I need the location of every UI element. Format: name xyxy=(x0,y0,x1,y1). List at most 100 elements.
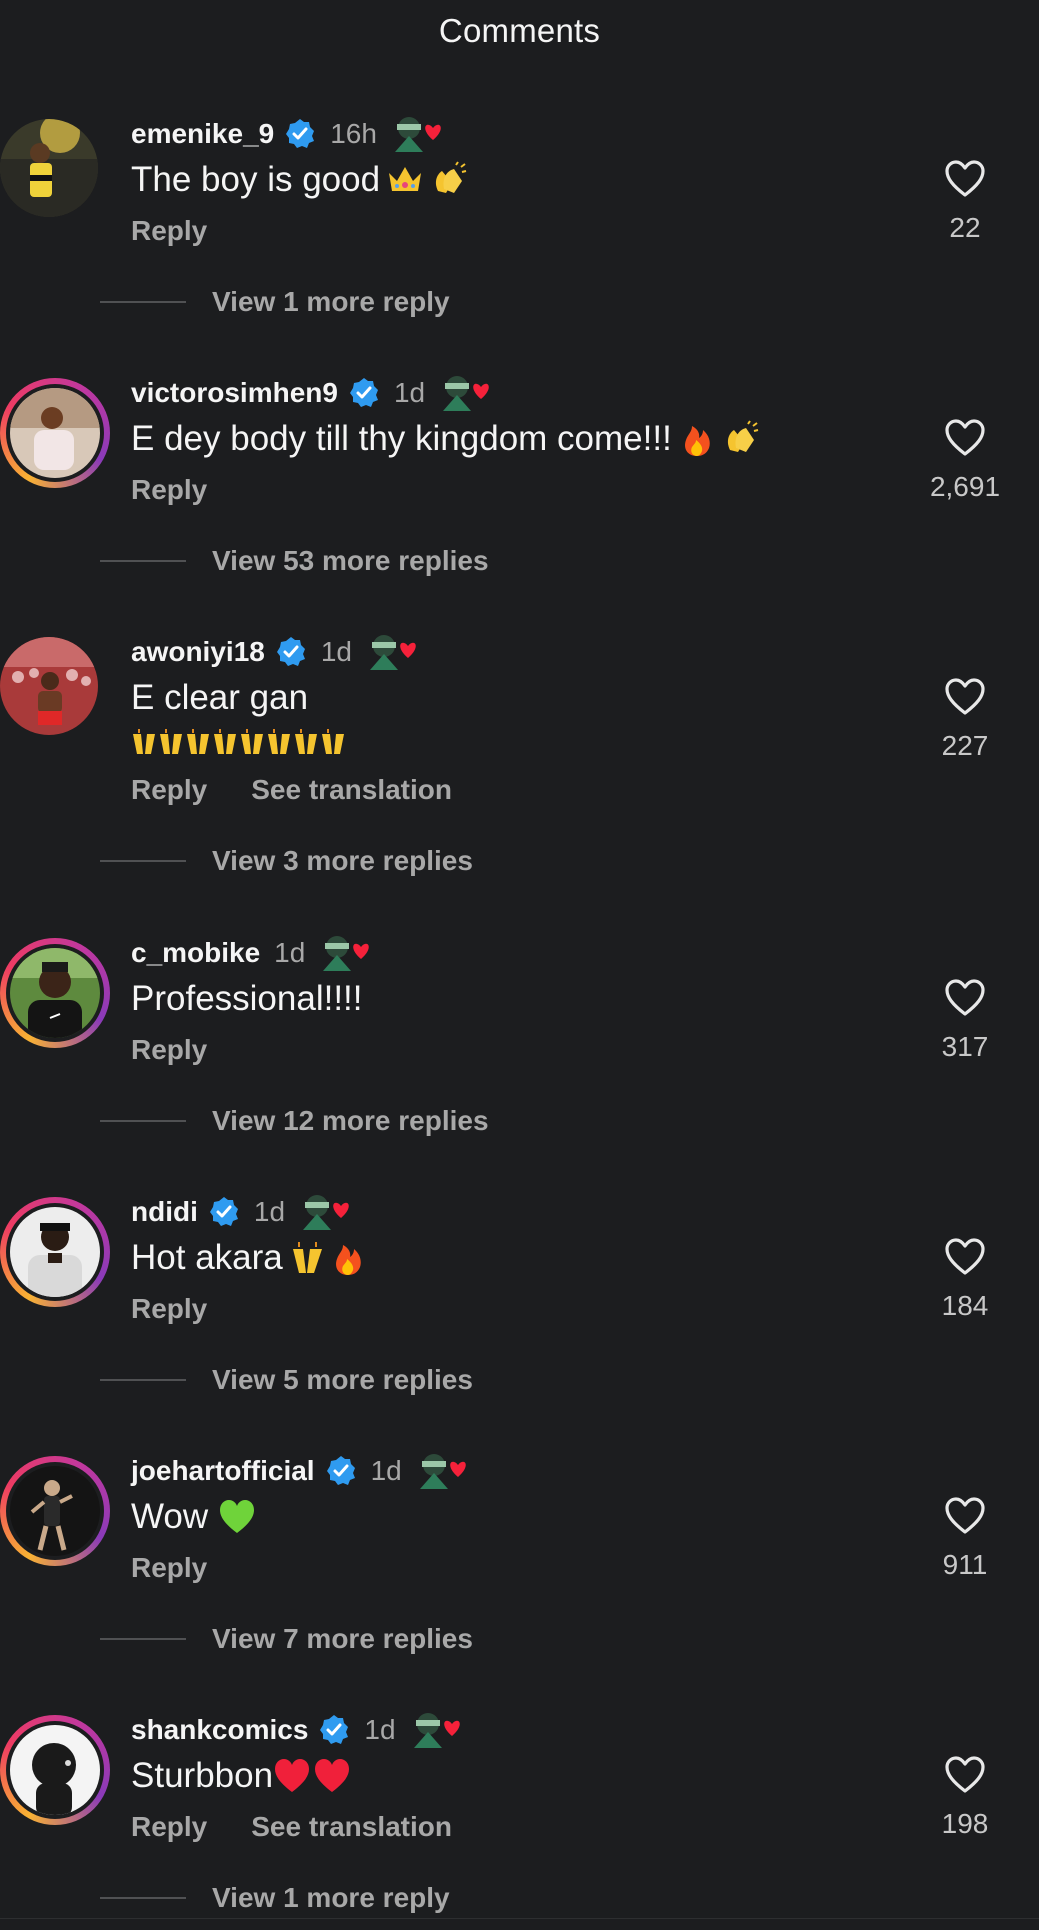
like-button[interactable]: 2,691 xyxy=(905,419,1025,503)
comment-text: Professional!!!! xyxy=(131,979,363,1019)
avatar[interactable] xyxy=(10,388,100,478)
username[interactable]: shankcomics xyxy=(131,1714,308,1746)
avatar-ring[interactable] xyxy=(0,378,110,488)
verified-badge-icon xyxy=(349,378,378,407)
comment-text: Wow xyxy=(131,1497,256,1537)
reply-button[interactable]: Reply xyxy=(131,215,207,247)
reply-button[interactable]: Reply xyxy=(131,474,207,506)
comment-text: E clear gan xyxy=(131,678,308,718)
divider-line xyxy=(100,1379,186,1381)
avatar-ring[interactable] xyxy=(0,637,110,747)
comment-text: The boy is good xyxy=(131,160,468,200)
reply-button[interactable]: Reply xyxy=(131,1811,207,1843)
divider-line xyxy=(100,1897,186,1899)
comment-text-content: E dey body till thy kingdom come!!! xyxy=(131,419,672,458)
comment-meta: awoniyi18 1d xyxy=(131,632,426,672)
avatar[interactable] xyxy=(10,1725,100,1815)
like-button[interactable]: 22 xyxy=(905,160,1025,244)
username[interactable]: victorosimhen9 xyxy=(131,377,338,409)
username[interactable]: emenike_9 xyxy=(131,118,274,150)
like-count: 198 xyxy=(941,1808,989,1839)
comment-text-content: Sturbbon xyxy=(131,1756,274,1795)
comment-item: ndidi 1d Hot akara Reply View 5 more rep… xyxy=(0,1188,1039,1447)
comment-text: E dey body till thy kingdom come!!! xyxy=(131,419,760,459)
username[interactable]: ndidi xyxy=(131,1196,198,1228)
comment-meta: joehartofficial 1d xyxy=(131,1451,476,1491)
like-count: 227 xyxy=(941,730,989,761)
heart-outline-icon[interactable] xyxy=(944,678,986,716)
username[interactable]: awoniyi18 xyxy=(131,636,265,668)
verified-badge-icon xyxy=(209,1197,238,1226)
comment-item: shankcomics 1d Sturbbon Reply See transl… xyxy=(0,1706,1039,1918)
avatar-ring[interactable] xyxy=(0,1197,110,1307)
avatar-ring[interactable] xyxy=(0,1456,110,1566)
view-more-replies-label[interactable]: View 53 more replies xyxy=(212,545,489,577)
reply-button[interactable]: Reply xyxy=(131,1552,207,1584)
comment-text-content: Professional!!!! xyxy=(131,979,363,1018)
red-heart-icon xyxy=(315,1759,350,1792)
view-more-replies[interactable]: View 1 more reply xyxy=(100,1882,450,1914)
reply-button[interactable]: Reply xyxy=(131,1034,207,1066)
see-translation-button[interactable]: See translation xyxy=(251,774,452,806)
reply-button[interactable]: Reply xyxy=(131,1293,207,1325)
view-more-replies-label[interactable]: View 3 more replies xyxy=(212,845,473,877)
like-button[interactable]: 198 xyxy=(905,1756,1025,1840)
avatar[interactable] xyxy=(10,1207,100,1297)
like-button[interactable]: 184 xyxy=(905,1238,1025,1322)
like-count: 184 xyxy=(941,1290,989,1321)
view-more-replies[interactable]: View 5 more replies xyxy=(100,1364,473,1396)
view-more-replies[interactable]: View 7 more replies xyxy=(100,1623,473,1655)
avatar-sticker-with-heart-icon xyxy=(443,376,489,411)
avatar[interactable] xyxy=(0,119,98,217)
like-count: 22 xyxy=(949,212,981,243)
heart-outline-icon[interactable] xyxy=(944,1238,986,1276)
comment-time: 1d xyxy=(393,377,426,408)
comment-text-content: Hot akara xyxy=(131,1238,283,1277)
avatar-sticker-with-heart-icon xyxy=(394,117,441,152)
comment-item: joehartofficial 1d Wow Reply View 7 more… xyxy=(0,1447,1039,1706)
comment-actions: Reply xyxy=(131,1293,207,1325)
avatar[interactable] xyxy=(0,637,98,735)
heart-outline-icon[interactable] xyxy=(944,160,986,198)
heart-outline-icon[interactable] xyxy=(944,1756,986,1794)
comment-text: Sturbbon xyxy=(131,1756,351,1796)
like-button[interactable]: 317 xyxy=(905,979,1025,1063)
avatar-ring[interactable] xyxy=(0,938,110,1048)
view-more-replies[interactable]: View 3 more replies xyxy=(100,845,473,877)
reply-button[interactable]: Reply xyxy=(131,774,207,806)
avatar-ring[interactable] xyxy=(0,1715,110,1825)
divider-line xyxy=(100,301,186,303)
heart-outline-icon[interactable] xyxy=(944,1497,986,1535)
avatar-ring[interactable] xyxy=(0,119,110,229)
view-more-replies-label[interactable]: View 12 more replies xyxy=(212,1105,489,1137)
like-count: 2,691 xyxy=(929,471,1001,502)
view-more-replies[interactable]: View 1 more reply xyxy=(100,286,450,318)
comment-actions: Reply See translation xyxy=(131,1811,452,1843)
comment-text-content: The boy is good xyxy=(131,160,381,199)
view-more-replies[interactable]: View 12 more replies xyxy=(100,1105,489,1137)
view-more-replies-label[interactable]: View 1 more reply xyxy=(212,286,450,318)
like-button[interactable]: 911 xyxy=(905,1497,1025,1581)
heart-outline-icon[interactable] xyxy=(944,979,986,1017)
verified-badge-icon xyxy=(286,119,315,148)
comment-time: 1d xyxy=(253,1196,286,1227)
view-more-replies-label[interactable]: View 5 more replies xyxy=(212,1364,473,1396)
see-translation-button[interactable]: See translation xyxy=(251,1811,452,1843)
comment-time: 16h xyxy=(330,118,377,149)
divider-line xyxy=(100,560,186,562)
verified-badge-icon xyxy=(276,637,305,666)
username[interactable]: joehartofficial xyxy=(131,1455,315,1487)
view-more-replies-label[interactable]: View 7 more replies xyxy=(212,1623,473,1655)
comment-meta: shankcomics 1d xyxy=(131,1710,470,1750)
like-button[interactable]: 227 xyxy=(905,678,1025,762)
avatar[interactable] xyxy=(10,948,100,1038)
clap-icon xyxy=(435,161,467,193)
avatar-sticker-with-heart-icon xyxy=(303,1195,349,1230)
comment-actions: Reply See translation xyxy=(131,774,452,806)
heart-outline-icon[interactable] xyxy=(944,419,986,457)
username[interactable]: c_mobike xyxy=(131,937,260,969)
view-more-replies[interactable]: View 53 more replies xyxy=(100,545,489,577)
avatar[interactable] xyxy=(10,1466,100,1556)
avatar-sticker-with-heart-icon xyxy=(419,1454,466,1489)
view-more-replies-label[interactable]: View 1 more reply xyxy=(212,1882,450,1914)
